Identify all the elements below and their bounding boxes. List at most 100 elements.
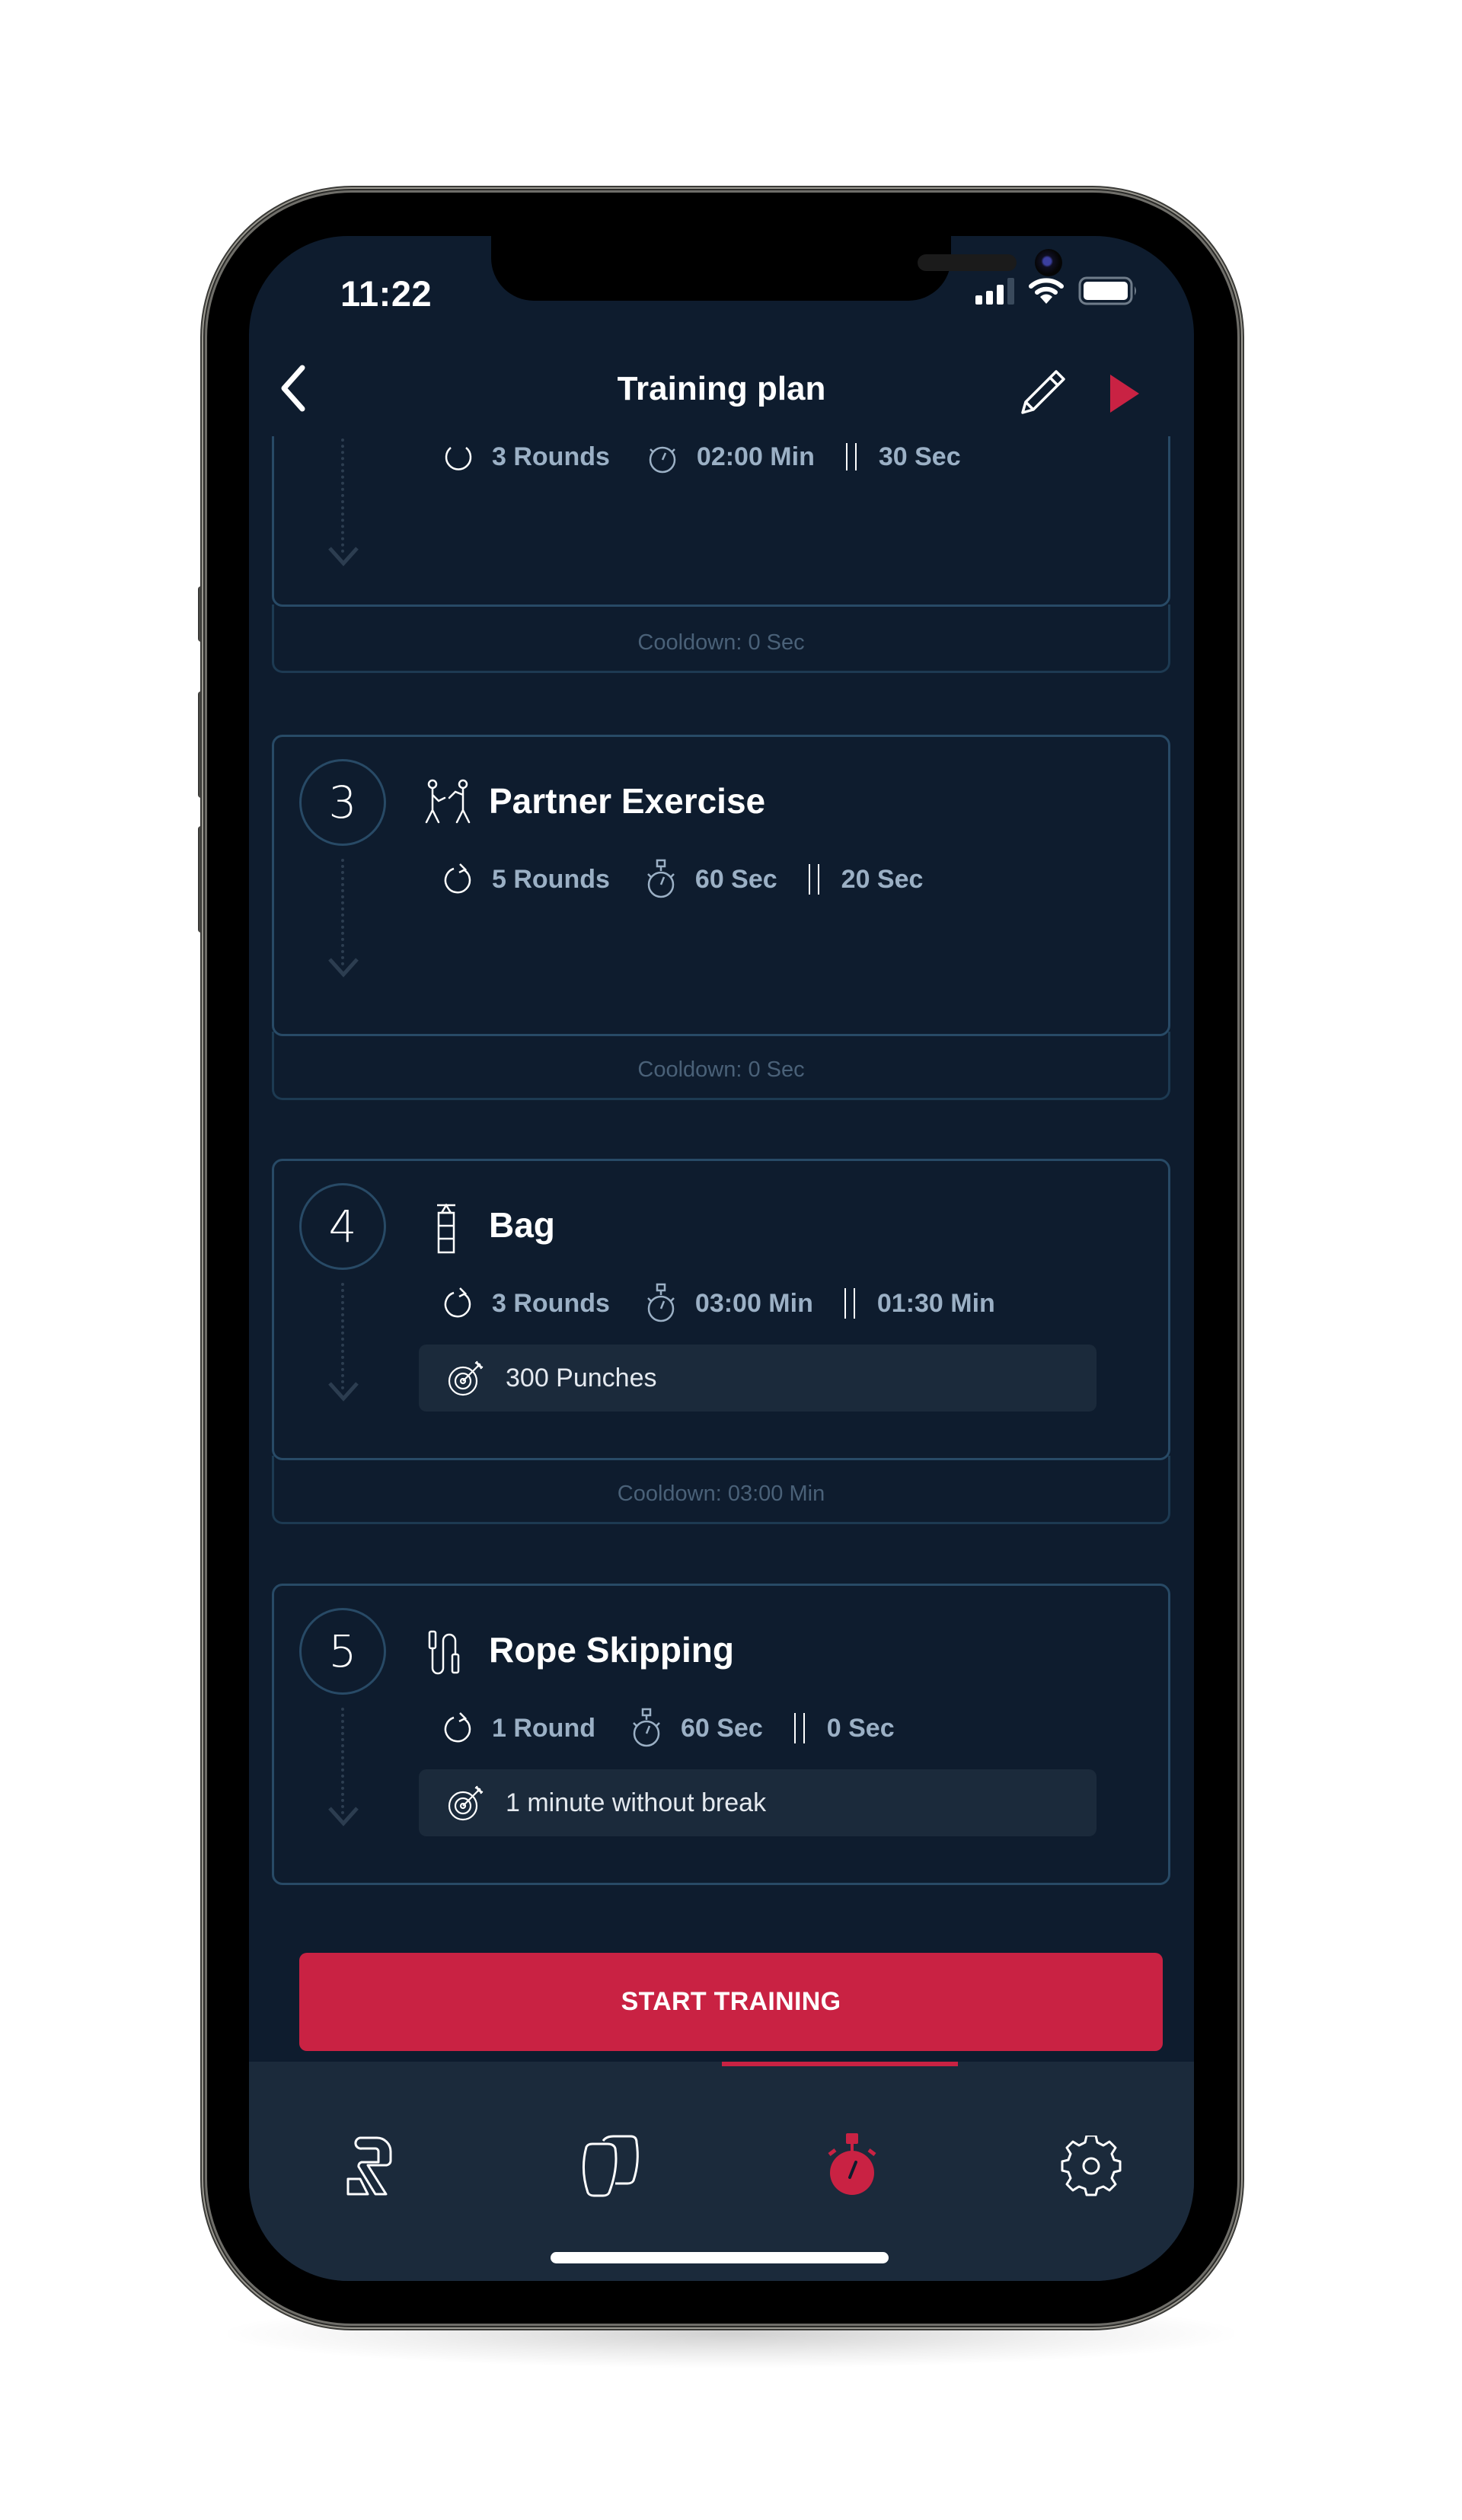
- exercise-number: 4: [299, 1183, 386, 1270]
- repeat-icon: [444, 1287, 471, 1318]
- tab-training[interactable]: [813, 2124, 889, 2208]
- duration-stat: 60 Sec: [645, 859, 777, 900]
- notch: [491, 236, 1062, 301]
- exercise-card[interactable]: 3 Rounds 02:00 Min 30 Sec: [272, 436, 1170, 607]
- cooldown-label: Cooldown: 03:00 Min: [272, 1456, 1170, 1524]
- exercise-card[interactable]: 5 Rope Skipping 1 Round 60 Sec 0 Sec 1 m…: [272, 1584, 1170, 1885]
- goal-box: 1 minute without break: [419, 1769, 1096, 1836]
- pencil-icon: [1021, 370, 1065, 414]
- edit-button[interactable]: [1018, 367, 1068, 417]
- pause-icon: [844, 1288, 855, 1319]
- pause-icon: [808, 864, 819, 895]
- exercise-number: 5: [299, 1608, 386, 1695]
- exercise-stats: 1 Round 60 Sec 0 Sec: [443, 1708, 895, 1749]
- rest-value: 0 Sec: [826, 1713, 895, 1743]
- home-indicator[interactable]: [551, 2252, 889, 2263]
- rest-stat: 20 Sec: [805, 863, 924, 896]
- flow-dotted-line: [341, 1283, 344, 1389]
- target-icon: [448, 1785, 484, 1821]
- rest-stat: 01:30 Min: [841, 1287, 995, 1320]
- play-button[interactable]: [1106, 373, 1144, 414]
- duration-value: 60 Sec: [680, 1713, 763, 1743]
- tab-pads[interactable]: [571, 2124, 647, 2208]
- rest-value: 01:30 Min: [876, 1288, 995, 1318]
- phone-screen: 11:22 Training plan 3 Rounds 02:00 Min 3…: [249, 236, 1194, 2281]
- exercise-card[interactable]: 3 Partner Exercise 5 Rounds 60 Sec 20 Se…: [272, 735, 1170, 1036]
- start-training-button[interactable]: START TRAINING: [299, 1953, 1163, 2051]
- rounds-value: 5 Rounds: [492, 864, 610, 894]
- tab-home[interactable]: [334, 2124, 410, 2208]
- partner-sparring-icon: [425, 779, 471, 824]
- volume-up-button: [198, 691, 207, 798]
- rounds-value: 3 Rounds: [492, 1288, 610, 1318]
- rounds-stat: 5 Rounds: [443, 861, 610, 898]
- flow-dotted-line: [341, 1708, 344, 1814]
- rounds-value: 1 Round: [492, 1713, 595, 1743]
- volume-down-button: [198, 826, 207, 933]
- exercise-number: 3: [299, 759, 386, 846]
- exercise-card[interactable]: 4 Bag 3 Rounds 03:00 Min 01:30 Min 300 P…: [272, 1159, 1170, 1460]
- front-camera: [1035, 249, 1062, 276]
- focus-pads-icon: [583, 2135, 639, 2197]
- rest-value: 30 Sec: [878, 442, 961, 471]
- down-arrow-icon: [328, 1382, 359, 1402]
- gear-icon: [1061, 2136, 1122, 2196]
- repeat-icon: [444, 1712, 471, 1743]
- flow-dotted-line: [341, 859, 344, 965]
- status-time: 11:22: [340, 273, 433, 314]
- duration-stat: 03:00 Min: [645, 1283, 813, 1324]
- target-icon: [448, 1360, 484, 1396]
- exercise-title: Partner Exercise: [489, 781, 766, 821]
- rounds-value: 3 Rounds: [492, 442, 610, 471]
- stopwatch-icon: [647, 859, 675, 898]
- down-arrow-icon: [328, 958, 359, 978]
- duration-value: 60 Sec: [694, 864, 777, 894]
- stopwatch-icon: [633, 1708, 660, 1747]
- pause-icon: [793, 1713, 805, 1743]
- rounds-stat: 3 Rounds: [443, 440, 610, 474]
- duration-stat: 02:00 Min: [646, 439, 815, 475]
- rest-stat: 0 Sec: [790, 1711, 895, 1745]
- flow-dotted-line: [341, 439, 344, 553]
- goal-text: 1 minute without break: [506, 1788, 767, 1817]
- status-icons: [975, 276, 1139, 306]
- active-tab-indicator: [722, 2062, 958, 2066]
- wifi-icon: [1029, 278, 1064, 304]
- cooldown-label: Cooldown: 0 Sec: [272, 1032, 1170, 1100]
- exercise-stats: 3 Rounds 03:00 Min 01:30 Min: [443, 1283, 995, 1324]
- rounds-stat: 3 Rounds: [443, 1285, 610, 1322]
- repeat-icon: [444, 863, 471, 894]
- duration-value: 03:00 Min: [694, 1288, 813, 1318]
- jump-rope-icon: [428, 1630, 460, 1675]
- rest-value: 20 Sec: [841, 864, 924, 894]
- duration-value: 02:00 Min: [696, 442, 815, 471]
- navigation-header: Training plan: [249, 335, 1194, 436]
- battery-icon: [1078, 276, 1136, 305]
- stopwatch-icon: [649, 446, 676, 474]
- duration-stat: 60 Sec: [630, 1708, 763, 1749]
- exercise-stats: 5 Rounds 60 Sec 20 Sec: [443, 859, 923, 900]
- goal-box: 300 Punches: [419, 1345, 1096, 1412]
- exercise-list[interactable]: 3 Rounds 02:00 Min 30 Sec Cooldown: 0 Se…: [249, 436, 1194, 2058]
- stopwatch-icon: [647, 1283, 675, 1322]
- repeat-icon: [445, 447, 472, 471]
- pause-icon: [845, 443, 857, 471]
- tab-settings[interactable]: [1053, 2124, 1129, 2208]
- down-arrow-icon: [328, 547, 359, 566]
- cooldown-label: Cooldown: 0 Sec: [272, 604, 1170, 673]
- exercise-title: Bag: [489, 1205, 555, 1245]
- bottom-tab-bar: [249, 2062, 1194, 2281]
- earpiece-speaker: [918, 254, 1017, 271]
- punching-bag-icon: [437, 1203, 455, 1254]
- stopwatch-icon: [828, 2133, 876, 2195]
- silent-switch: [198, 586, 207, 642]
- down-arrow-icon: [328, 1807, 359, 1826]
- rest-stat: 30 Sec: [842, 442, 961, 472]
- play-icon: [1110, 375, 1139, 413]
- exercise-title: Rope Skipping: [489, 1630, 734, 1670]
- exercise-stats: 3 Rounds 02:00 Min 30 Sec: [443, 439, 961, 475]
- goal-text: 300 Punches: [506, 1363, 657, 1392]
- cellular-signal-icon: [975, 277, 1014, 305]
- rounds-stat: 1 Round: [443, 1710, 595, 1746]
- brand-r-logo-icon: [346, 2136, 392, 2196]
